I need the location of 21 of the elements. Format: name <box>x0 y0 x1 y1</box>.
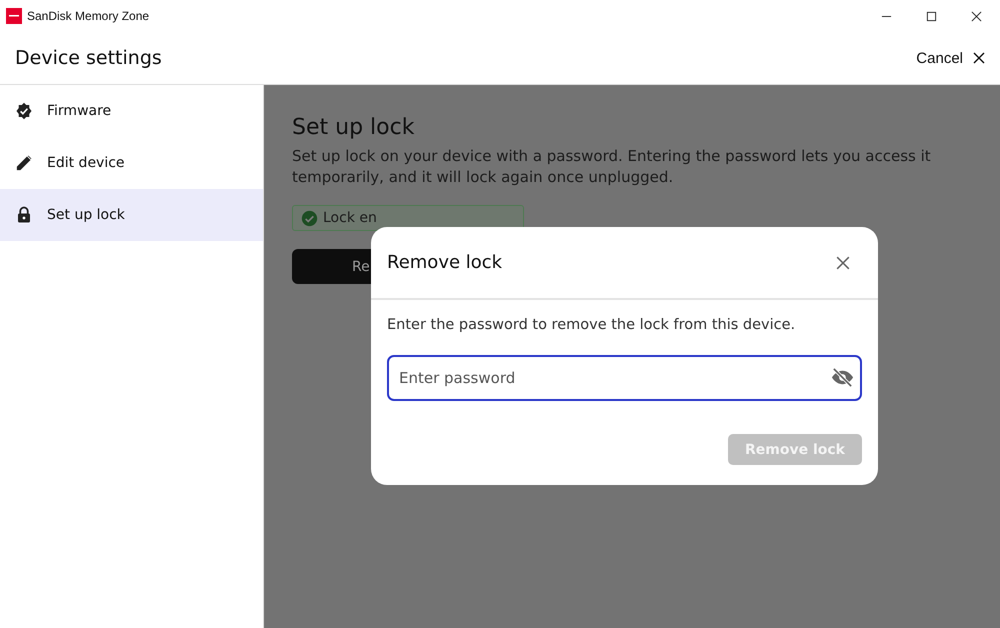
check-circle-icon <box>301 210 318 226</box>
close-icon[interactable] <box>971 10 982 22</box>
verified-badge-icon <box>15 102 33 120</box>
close-icon <box>973 52 985 64</box>
app-logo-icon <box>6 8 22 24</box>
dialog-message: Enter the password to remove the lock from this device. <box>387 317 796 333</box>
sidebar-item[interactable]: Set up lock <box>0 189 263 241</box>
section-title: Set up lock <box>292 115 416 140</box>
pencil-icon <box>15 154 33 172</box>
password-field[interactable]: Enter password <box>387 355 862 401</box>
status-text: Lock en <box>323 210 377 226</box>
maximize-icon[interactable] <box>926 10 937 22</box>
lock-icon <box>15 206 33 224</box>
window-title: SanDisk Memory Zone <box>27 9 150 23</box>
page-title: Device settings <box>15 47 162 69</box>
eye-slash-icon[interactable] <box>831 366 854 389</box>
sidebar-item[interactable]: Edit device <box>0 137 263 189</box>
section-description: Set up lock on your device with a password. Entering the password lets you access it temporarily, and it will lock again once unplugged. <box>292 146 932 188</box>
sidebar-item[interactable]: Firmware <box>0 85 263 137</box>
cancel-button[interactable]: Cancel <box>916 50 985 66</box>
dialog-title: Remove lock <box>387 252 502 273</box>
